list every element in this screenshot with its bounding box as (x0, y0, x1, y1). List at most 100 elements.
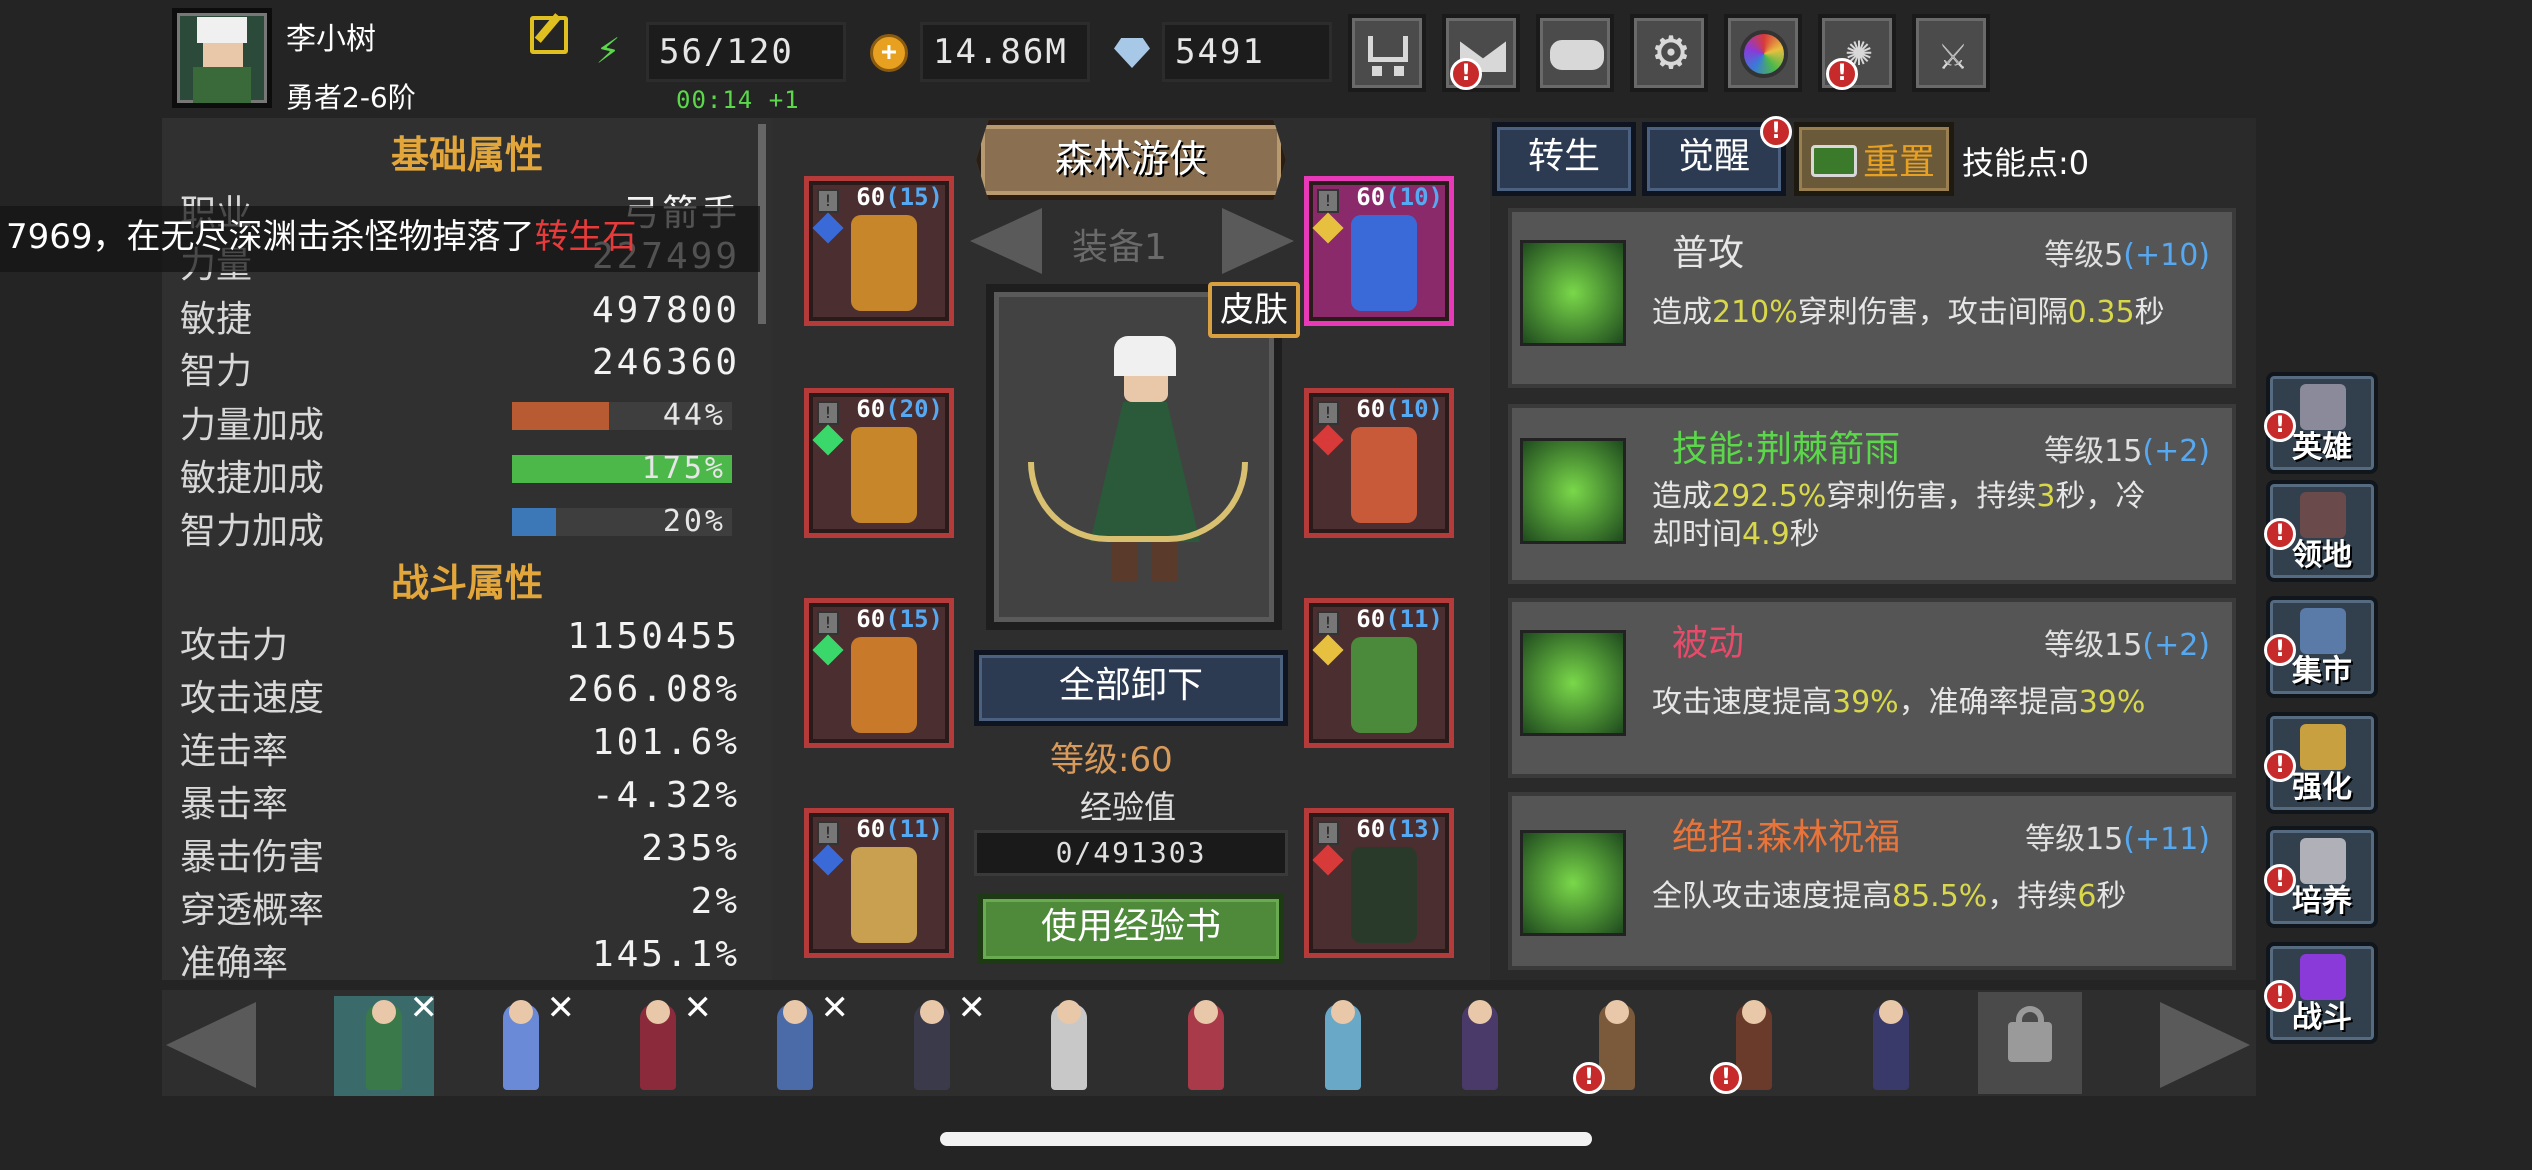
skill-desc-segment: 全队攻击速度提高 (1652, 879, 1892, 914)
hero-slot[interactable] (1841, 996, 1941, 1096)
settings-button[interactable]: ⚙ (1630, 14, 1708, 92)
side-menu-crest[interactable]: 强化! (2264, 712, 2378, 814)
skill-description: 造成292.5%穿刺伤害，持续3秒，冷 却时间4.9秒 (1652, 478, 2212, 554)
equip-level-value: 60 (1356, 395, 1386, 423)
socket-gem-icon (1312, 212, 1344, 244)
broadcast-text: 7969，在无尽深渊击杀怪物掉落了 (6, 217, 535, 257)
remove-hero-icon[interactable]: ✕ (410, 988, 439, 1028)
equipment-slot[interactable]: ! 60(20) (804, 388, 954, 538)
hero-slot[interactable]: ✕ (608, 988, 712, 1096)
bonus-bar-fill (512, 508, 556, 536)
fireworks-button[interactable]: ✺ ! (1818, 14, 1896, 92)
tab-rebirth[interactable]: 转生 (1492, 122, 1636, 196)
gem-icon (1114, 38, 1150, 68)
equip-level: 60(13) (1356, 815, 1443, 843)
gamepad-button[interactable] (1536, 14, 1614, 92)
skill-desc-segment: 4.9 (1742, 517, 1790, 552)
hero-head (646, 1000, 670, 1024)
equipment-slot[interactable]: ! 60(11) (804, 808, 954, 958)
shop-button[interactable] (1348, 14, 1426, 92)
skin-button[interactable]: 皮肤 (1208, 282, 1300, 338)
equip-enhance-value: (20) (885, 395, 943, 423)
hero-slot[interactable] (1156, 996, 1256, 1096)
hero-head (1879, 1000, 1903, 1024)
skill-card[interactable]: 技能:荆棘箭雨 等级15(+2) 造成292.5%穿刺伤害，持续3秒，冷 却时间4.9… (1508, 404, 2236, 584)
skill-card[interactable]: 绝招:森林祝福 等级15(+11) 全队攻击速度提高85.5%，持续6秒 (1508, 792, 2236, 970)
equipment-item-icon (851, 847, 917, 943)
mail-button[interactable]: ! (1442, 14, 1520, 92)
equipment-slot[interactable]: ! 60(13) (1304, 808, 1454, 958)
skill-desc-segment: 3 (2036, 479, 2056, 514)
remove-hero-icon[interactable]: ✕ (958, 988, 987, 1028)
unequip-all-button[interactable]: 全部卸下 (974, 650, 1288, 726)
equip-level: 60(15) (856, 605, 943, 633)
equipment-slot[interactable]: ! 60(10) (1304, 388, 1454, 538)
exp-value: 0/491303 (1055, 836, 1207, 869)
skill-level: 等级15(+11) (2025, 814, 2210, 858)
equipment-slot[interactable]: ! 60(11) (1304, 598, 1454, 748)
side-menu-portal[interactable]: 战斗! (2264, 942, 2378, 1044)
hero-slot[interactable]: ✕ (334, 988, 438, 1096)
bonus-bar: 175% (512, 451, 732, 486)
skill-desc-segment: 210% (1712, 295, 1798, 330)
hero-slot[interactable]: ! (1567, 996, 1667, 1096)
equipment-item-icon (1351, 215, 1417, 311)
equipment-slot[interactable]: ! 60(10) (1304, 176, 1454, 326)
hero-slot[interactable]: ✕ (745, 988, 849, 1096)
hero-slot[interactable]: ✕ (471, 988, 575, 1096)
side-menu-helmet[interactable]: 英雄! (2264, 372, 2378, 474)
skill-desc-segment: 秒，冷 (2055, 479, 2146, 514)
equipment-item-icon (1351, 427, 1417, 523)
attr-bonus-row: 力量加成 44% (180, 392, 740, 446)
fireworks-alert-badge: ! (1826, 58, 1858, 90)
hero-head (1468, 1000, 1492, 1024)
skill-card[interactable]: 普攻 等级5(+10) 造成210%穿刺伤害，攻击间隔0.35秒 (1508, 208, 2236, 388)
equip-level: 60(20) (856, 395, 943, 423)
skill-name: 普攻 (1672, 233, 1745, 274)
side-menu-market[interactable]: 集市! (2264, 596, 2378, 698)
attr-row: 暴击伤害 235% (180, 824, 740, 878)
attr-label: 攻击速度 (180, 678, 325, 719)
reset-button[interactable]: 重置 (1794, 122, 1954, 196)
bonus-bar: 44% (512, 398, 732, 433)
edit-name-icon[interactable] (530, 13, 568, 54)
skill-desc-segment: 秒 (2134, 295, 2165, 330)
crossed-swords-icon: ⚔ (1939, 26, 1967, 80)
broadcast-banner: 7969，在无尽深渊击杀怪物掉落了转生石 (0, 206, 760, 272)
player-avatar[interactable] (172, 8, 272, 108)
equip-enhance-value: (13) (1385, 815, 1443, 843)
hero-level: 等级:60 (1050, 740, 1173, 780)
remove-hero-icon[interactable]: ✕ (821, 988, 850, 1028)
battle-button[interactable]: ⚔ (1912, 14, 1990, 92)
side-menu-castle[interactable]: 领地! (2264, 480, 2378, 582)
broadcast-item: 转生石 (534, 217, 637, 257)
equipment-slot[interactable]: ! 60(15) (804, 598, 954, 748)
gear-icon: ⚙ (1654, 18, 1688, 83)
hero-slot[interactable] (1019, 996, 1119, 1096)
skill-desc-segment: 攻击速度提高 (1652, 685, 1832, 720)
attr-row: 智力 246360 (180, 338, 740, 392)
equipment-slot[interactable]: ! 60(15) (804, 176, 954, 326)
side-menu-chalice[interactable]: 培养! (2264, 826, 2378, 928)
hero-slot[interactable] (1430, 996, 1530, 1096)
skill-desc-segment: 0.35 (2067, 295, 2135, 330)
equip-level-value: 60 (856, 183, 886, 211)
remove-hero-icon[interactable]: ✕ (547, 988, 576, 1028)
skill-description: 造成210%穿刺伤害，攻击间隔0.35秒 (1652, 294, 2212, 332)
hero-slot[interactable] (1293, 996, 1393, 1096)
equipment-item-icon (1351, 637, 1417, 733)
equip-level-value: 60 (1356, 183, 1386, 211)
hero-alert-badge: ! (1710, 1062, 1742, 1094)
socket-gem-icon (812, 844, 844, 876)
skill-points: 技能点:0 (1962, 144, 2090, 182)
hero-slot[interactable]: ! (1704, 996, 1804, 1096)
stamina-value: 56/120 (646, 22, 846, 82)
lens-button[interactable] (1724, 14, 1802, 92)
gold-value: 14.86M (920, 22, 1090, 82)
use-exp-book-button[interactable]: 使用经验书 (978, 894, 1284, 964)
equip-level: 60(11) (856, 815, 943, 843)
skill-card[interactable]: 被动 等级15(+2) 攻击速度提高39%，准确率提高39% (1508, 598, 2236, 778)
locked-hero-slot[interactable] (1978, 992, 2082, 1094)
remove-hero-icon[interactable]: ✕ (684, 988, 713, 1028)
hero-slot[interactable]: ✕ (882, 988, 986, 1096)
